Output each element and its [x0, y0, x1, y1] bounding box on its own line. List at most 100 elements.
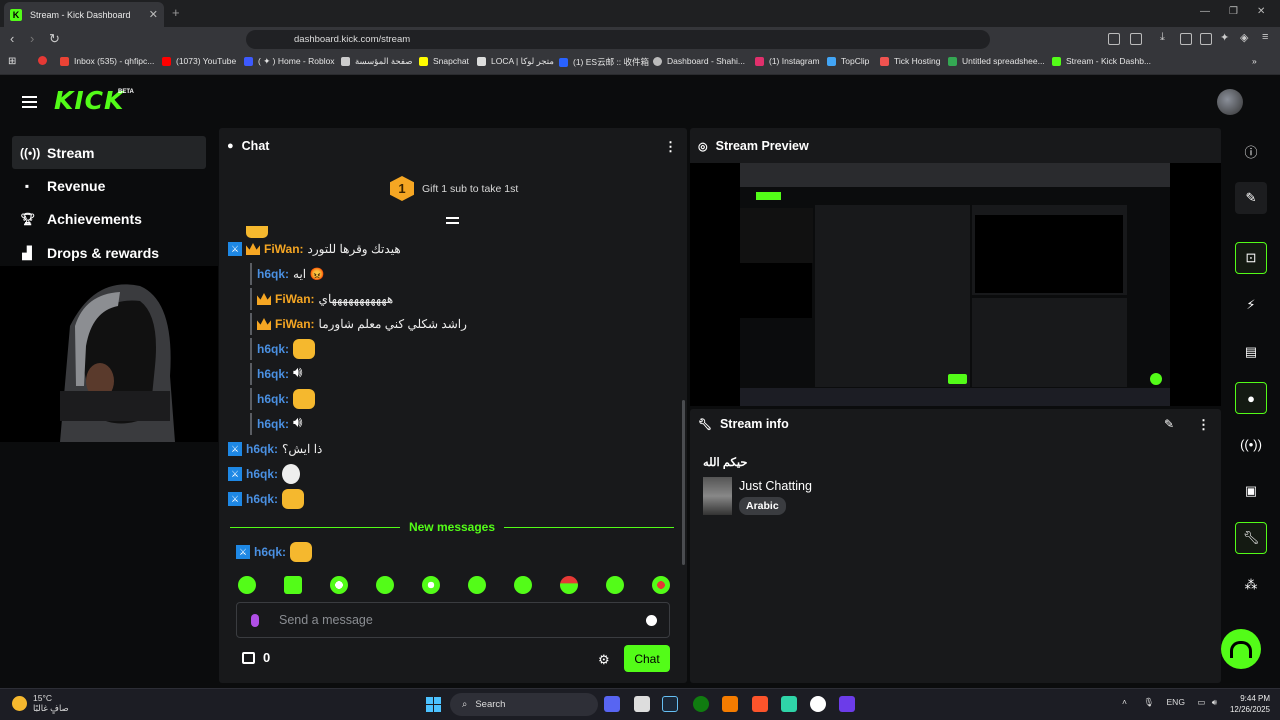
bookmark-item[interactable]: (1) Instagram: [755, 56, 820, 66]
back-icon[interactable]: ‹: [10, 31, 14, 46]
maximize-icon[interactable]: ❐: [1229, 6, 1238, 17]
emote-button[interactable]: [284, 576, 302, 594]
steam-icon[interactable]: [662, 696, 678, 712]
bookmark-item[interactable]: Stream - Kick Dashb...: [1052, 56, 1151, 66]
chat-username[interactable]: FiWan:: [275, 317, 315, 331]
duck-emote-icon[interactable]: [282, 464, 301, 484]
bookmark-item[interactable]: ( ✦ ) Home - Roblox: [244, 56, 335, 67]
emote-button[interactable]: [652, 576, 670, 594]
extensions-icon[interactable]: [1108, 33, 1120, 45]
browser-tab[interactable]: K Stream - Kick Dashboard ✕: [4, 2, 164, 27]
bookmark-item[interactable]: (1073) YouTube: [162, 56, 236, 66]
bookmark-item[interactable]: Inbox (535) - qhfipc...: [60, 56, 154, 66]
new-messages-divider[interactable]: New messages: [230, 519, 674, 535]
bookmark-item[interactable]: صفحة المؤسسة: [341, 56, 412, 67]
edit-icon[interactable]: ✎: [1235, 182, 1267, 214]
close-window-icon[interactable]: ✕: [1257, 6, 1265, 17]
bookmark-item[interactable]: Dashboard - Shahi...: [653, 56, 745, 66]
microphone-icon[interactable]: [251, 613, 259, 627]
info-icon[interactable]: ⓘ: [1235, 135, 1267, 167]
sidebar-item-revenue[interactable]: ▪ Revenue: [12, 169, 206, 202]
chat-message[interactable]: h6qk: ايه 😡: [250, 263, 324, 285]
speaker-emote-icon[interactable]: 🔊︎: [293, 414, 313, 434]
brave-browser-icon[interactable]: [752, 696, 768, 712]
activity-feed-icon[interactable]: ▤: [1235, 336, 1267, 368]
volume-icon[interactable]: 🔊︎: [1212, 697, 1217, 707]
emote-button[interactable]: [560, 576, 578, 594]
chat-username[interactable]: h6qk:: [246, 492, 278, 506]
reader-icon[interactable]: [1130, 33, 1142, 45]
chat-message[interactable]: h6qk:: [250, 338, 316, 360]
emoji-picker-icon[interactable]: [646, 614, 657, 626]
wallet-icon[interactable]: [1200, 33, 1212, 45]
app-icon[interactable]: [839, 696, 855, 712]
download-icon[interactable]: ⤓: [1160, 31, 1165, 44]
ai-icon[interactable]: ✦: [1220, 31, 1229, 44]
support-headset-icon[interactable]: [1221, 629, 1261, 669]
chat-message[interactable]: ⚔ h6qk: ذا ايش؟: [228, 438, 322, 460]
chat-message[interactable]: ⚔ h6qk:: [236, 541, 313, 563]
chat-username[interactable]: h6qk:: [257, 417, 289, 431]
send-chat-button[interactable]: Chat: [624, 645, 670, 672]
vpn-icon[interactable]: ◈: [1240, 31, 1248, 44]
stream-preview-toggle-icon[interactable]: ⊡: [1235, 242, 1267, 274]
category-name[interactable]: Just Chatting: [739, 479, 812, 493]
weather-widget[interactable]: 15°C صافٍ غالبًا: [12, 693, 69, 714]
video-camera-icon[interactable]: ▣: [1235, 475, 1267, 507]
chat-username[interactable]: h6qk:: [254, 545, 286, 559]
network-icon[interactable]: ▭: [1197, 697, 1205, 707]
chat-username[interactable]: h6qk:: [246, 467, 278, 481]
chat-message[interactable]: ⚔ h6qk:: [228, 463, 301, 485]
chat-message[interactable]: ⚔ FiWan: هيدتك وقرها للتورد: [228, 238, 401, 260]
hamburger-menu-icon[interactable]: [22, 96, 37, 108]
apps-grid-icon[interactable]: ⊞: [8, 56, 16, 67]
reload-icon[interactable]: ↻: [49, 31, 60, 47]
sidebar-item-drops-rewards[interactable]: ▟ Drops & rewards: [12, 236, 206, 269]
forward-icon[interactable]: ›: [30, 31, 34, 46]
edit-stream-info-icon[interactable]: ✎: [1164, 417, 1174, 431]
chat-username[interactable]: h6qk:: [257, 392, 289, 406]
bookmark-item[interactable]: Snapchat: [419, 56, 469, 66]
bookmark-item[interactable]: [38, 56, 52, 65]
pinned-expand-icon[interactable]: [446, 217, 459, 229]
speaker-emote-icon[interactable]: 🔊︎: [293, 364, 313, 384]
bookmark-item[interactable]: TopClip: [827, 56, 869, 66]
stream-preview-video[interactable]: [690, 163, 1221, 406]
gift-sub-banner[interactable]: 1 Gift 1 sub to take 1st: [390, 176, 518, 201]
more-bookmarks-icon[interactable]: »: [1252, 56, 1257, 66]
emote-button[interactable]: [330, 576, 348, 594]
connections-icon[interactable]: ⁂: [1235, 569, 1267, 601]
chat-username[interactable]: h6qk:: [257, 367, 289, 381]
chat-more-options-icon[interactable]: ⋮: [664, 139, 677, 155]
chat-username[interactable]: FiWan:: [264, 242, 304, 256]
menu-icon[interactable]: ≡: [1262, 31, 1268, 43]
taskbar-search[interactable]: ⌕ Search: [450, 693, 598, 716]
new-tab-icon[interactable]: +: [172, 5, 180, 20]
emote-button[interactable]: [422, 576, 440, 594]
user-avatar[interactable]: [1217, 89, 1243, 115]
bookmark-item[interactable]: (1) ES云邮 :: 收件箱: [559, 56, 649, 68]
xbox-icon[interactable]: [693, 696, 709, 712]
bookmark-item[interactable]: Tick Hosting: [880, 56, 940, 66]
emote-button[interactable]: [514, 576, 532, 594]
emote-button[interactable]: [468, 576, 486, 594]
broadcast-icon[interactable]: ((•)): [1235, 428, 1267, 460]
store-icon[interactable]: [634, 696, 650, 712]
language-indicator[interactable]: ENG: [1167, 697, 1185, 707]
system-clock[interactable]: 9:44 PM 12/26/2025: [1222, 693, 1270, 715]
app-icon[interactable]: [722, 696, 738, 712]
chat-message[interactable]: h6qk: 🔊︎: [250, 413, 313, 435]
lightning-icon[interactable]: ⚡︎: [1235, 289, 1267, 321]
start-menu-icon[interactable]: [426, 697, 441, 712]
sidebar-item-achievements[interactable]: 🏆︎ Achievements: [12, 202, 206, 235]
chat-input[interactable]: Send a message: [236, 602, 670, 638]
bookmark-item[interactable]: Untitled spreadshee...: [948, 56, 1045, 66]
chat-username[interactable]: h6qk:: [246, 442, 278, 456]
sidebar-item-stream[interactable]: ((•)) Stream: [12, 136, 206, 169]
chat-toggle-icon[interactable]: ●: [1235, 382, 1267, 414]
emote-button[interactable]: [606, 576, 624, 594]
chat-message[interactable]: h6qk:: [250, 388, 316, 410]
emote-button[interactable]: [238, 576, 256, 594]
chat-scrollbar[interactable]: [682, 400, 685, 565]
sub-count[interactable]: 0: [242, 650, 270, 665]
